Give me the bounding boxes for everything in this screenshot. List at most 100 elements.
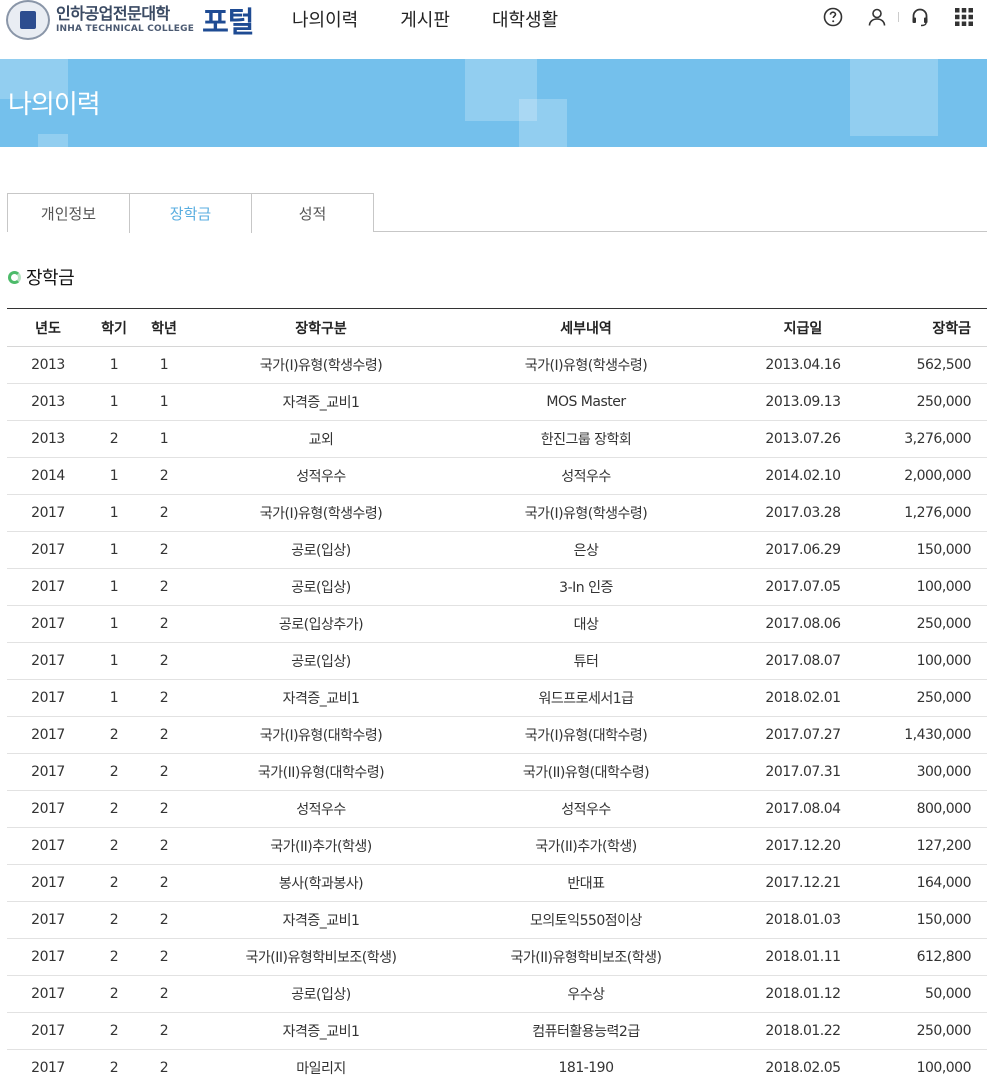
- cell-details: 모의토익550점이상: [453, 901, 719, 939]
- cell-amount: 150,000: [887, 901, 987, 939]
- cell-grade: 2: [139, 901, 189, 939]
- cell-payment-date: 2017.07.31: [719, 753, 887, 791]
- utility-divider: [898, 12, 899, 22]
- cell-payment-date: 2017.07.05: [719, 568, 887, 606]
- cell-scholarship-type: 국가(I)유형(대학수령): [189, 716, 453, 754]
- cell-year: 2017: [7, 642, 89, 680]
- cell-grade: 1: [139, 383, 189, 421]
- cell-details: 은상: [453, 531, 719, 569]
- user-icon[interactable]: [866, 6, 888, 28]
- table-row: 2017 1 2 공로(입상추가) 대상 2017.08.06 250,000: [7, 605, 987, 643]
- table-row: 2013 1 1 자격증_교비1 MOS Master 2013.09.13 250,000: [7, 383, 987, 421]
- nav-board[interactable]: 게시판: [400, 6, 450, 32]
- table-row: 2017 2 2 봉사(학과봉사) 반대표 2017.12.21 164,000: [7, 864, 987, 902]
- cell-semester: 2: [89, 1049, 139, 1079]
- cell-details: 성적우수: [453, 457, 719, 495]
- cell-semester: 2: [89, 975, 139, 1013]
- cell-details: 워드프로세서1급: [453, 679, 719, 717]
- cell-details: 국가(II)유형학비보조(학생): [453, 938, 719, 976]
- cell-payment-date: 2017.03.28: [719, 494, 887, 532]
- cell-payment-date: 2018.01.12: [719, 975, 887, 1013]
- cell-grade: 2: [139, 938, 189, 976]
- cell-year: 2017: [7, 975, 89, 1013]
- cell-details: 국가(I)유형(학생수령): [453, 346, 719, 384]
- cell-year: 2017: [7, 864, 89, 902]
- cell-year: 2017: [7, 790, 89, 828]
- cell-semester: 1: [89, 642, 139, 680]
- cell-details: MOS Master: [453, 383, 719, 421]
- table-row: 2017 1 2 공로(입상) 3-In 인증 2017.07.05 100,000: [7, 568, 987, 606]
- logo-korean-name: 인하공업전문대학: [56, 4, 170, 23]
- utility-menu: [800, 6, 975, 28]
- table-row: 2017 2 2 국가(II)유형학비보조(학생) 국가(II)유형학비보조(학생) 20…: [7, 938, 987, 976]
- cell-amount: 2,000,000: [887, 457, 987, 495]
- cell-payment-date: 2013.07.26: [719, 420, 887, 458]
- cell-amount: 50,000: [887, 975, 987, 1013]
- header-payment-date: 지급일: [719, 308, 887, 347]
- cell-scholarship-type: 봉사(학과봉사): [189, 864, 453, 902]
- cell-semester: 2: [89, 901, 139, 939]
- cell-amount: 164,000: [887, 864, 987, 902]
- cell-payment-date: 2013.09.13: [719, 383, 887, 421]
- cell-grade: 2: [139, 864, 189, 902]
- cell-details: 성적우수: [453, 790, 719, 828]
- cell-amount: 1,276,000: [887, 494, 987, 532]
- cell-scholarship-type: 성적우수: [189, 790, 453, 828]
- cell-details: 국가(I)유형(대학수령): [453, 716, 719, 754]
- cell-details: 국가(II)추가(학생): [453, 827, 719, 865]
- table-row: 2017 1 2 공로(입상) 은상 2017.06.29 150,000: [7, 531, 987, 569]
- cell-scholarship-type: 국가(I)유형(학생수령): [189, 346, 453, 384]
- help-icon[interactable]: [822, 6, 844, 28]
- table-row: 2017 2 2 자격증_교비1 모의토익550점이상 2018.01.03 150,000: [7, 901, 987, 939]
- cell-semester: 1: [89, 531, 139, 569]
- cell-grade: 2: [139, 568, 189, 606]
- cell-payment-date: 2017.07.27: [719, 716, 887, 754]
- cell-grade: 2: [139, 457, 189, 495]
- cell-amount: 250,000: [887, 605, 987, 643]
- cell-grade: 2: [139, 1049, 189, 1079]
- cell-details: 국가(I)유형(학생수령): [453, 494, 719, 532]
- banner-decoration: [519, 99, 567, 147]
- table-body: 2013 1 1 국가(I)유형(학생수령) 국가(I)유형(학생수령) 2013.04.…: [7, 346, 987, 1079]
- cell-grade: 2: [139, 531, 189, 569]
- nav-my-history[interactable]: 나의이력: [292, 6, 358, 32]
- cell-amount: 127,200: [887, 827, 987, 865]
- cell-amount: 1,430,000: [887, 716, 987, 754]
- cell-details: 대상: [453, 605, 719, 643]
- page-banner: 나의이력: [0, 59, 987, 147]
- table-row: 2017 2 2 국가(II)유형(대학수령) 국가(II)유형(대학수령) 2017.0…: [7, 753, 987, 791]
- section-title: 장학금: [26, 268, 75, 289]
- logo-english-name: INHA TECHNICAL COLLEGE: [56, 24, 195, 34]
- cell-year: 2017: [7, 494, 89, 532]
- cell-details: 튜터: [453, 642, 719, 680]
- header-scholarship-type: 장학구분: [189, 308, 453, 347]
- grid-menu-icon[interactable]: [953, 6, 975, 28]
- tab-personal-info[interactable]: 개인정보: [7, 193, 130, 232]
- cell-scholarship-type: 국가(II)유형학비보조(학생): [189, 938, 453, 976]
- table-row: 2017 1 2 자격증_교비1 워드프로세서1급 2018.02.01 250,000: [7, 679, 987, 717]
- cell-amount: 3,276,000: [887, 420, 987, 458]
- cell-semester: 2: [89, 827, 139, 865]
- cell-payment-date: 2017.08.07: [719, 642, 887, 680]
- cell-semester: 2: [89, 753, 139, 791]
- cell-grade: 2: [139, 679, 189, 717]
- cell-scholarship-type: 공로(입상): [189, 642, 453, 680]
- header-details: 세부내역: [453, 308, 719, 347]
- cell-scholarship-type: 마일리지: [189, 1049, 453, 1079]
- cell-scholarship-type: 자격증_교비1: [189, 1012, 453, 1050]
- cell-year: 2017: [7, 938, 89, 976]
- headset-icon[interactable]: [909, 6, 931, 28]
- tab-scholarship[interactable]: 장학금: [129, 193, 252, 233]
- cell-details: 국가(II)유형(대학수령): [453, 753, 719, 791]
- college-logo[interactable]: 인하공업전문대학 INHA TECHNICAL COLLEGE 포털: [6, 0, 254, 40]
- table-row: 2017 1 2 공로(입상) 튜터 2017.08.07 100,000: [7, 642, 987, 680]
- college-seal-icon: [6, 0, 50, 40]
- tab-grades[interactable]: 성적: [251, 193, 374, 232]
- nav-campus-life[interactable]: 대학생활: [492, 6, 558, 32]
- cell-scholarship-type: 국가(I)유형(학생수령): [189, 494, 453, 532]
- cell-details: 반대표: [453, 864, 719, 902]
- cell-year: 2017: [7, 531, 89, 569]
- table-header-row: 년도 학기 학년 장학구분 세부내역 지급일 장학금: [7, 308, 987, 347]
- cell-payment-date: 2018.01.11: [719, 938, 887, 976]
- cell-semester: 1: [89, 346, 139, 384]
